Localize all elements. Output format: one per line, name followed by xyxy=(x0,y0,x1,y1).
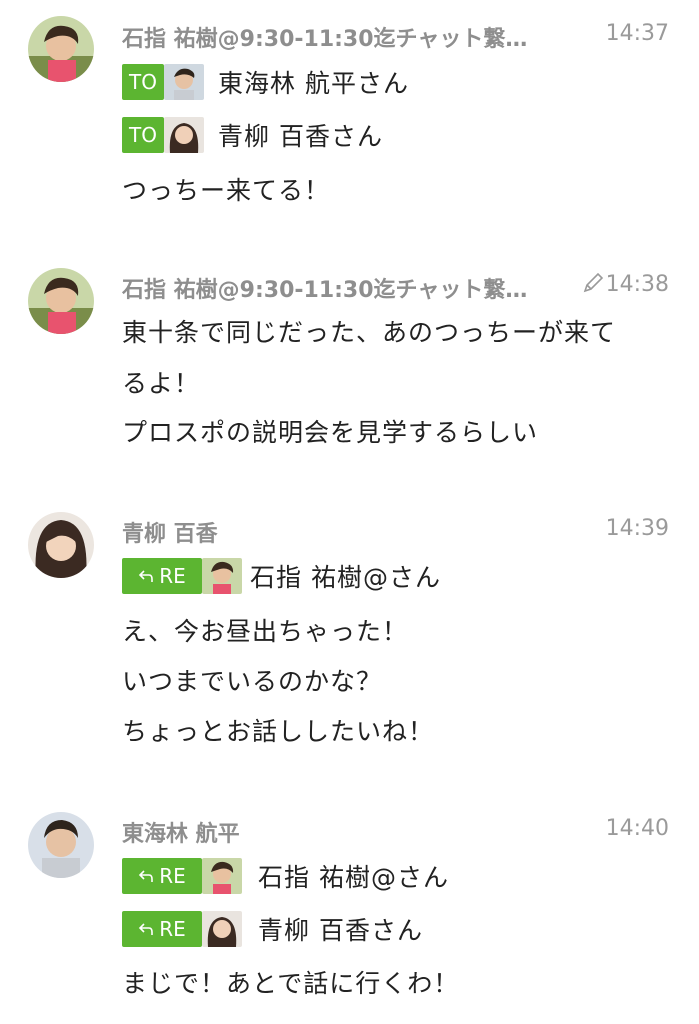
message-text: ちょっとお話ししたいね！ xyxy=(122,717,435,746)
re-tag: RE xyxy=(122,911,202,947)
re-tag-label: RE xyxy=(159,864,186,888)
message-text: るよ！ xyxy=(122,369,201,398)
timestamp: 14:40 xyxy=(606,816,669,841)
mention-avatar xyxy=(202,558,242,594)
re-tag-label: RE xyxy=(159,917,186,941)
time-text: 14:40 xyxy=(605,816,669,841)
mention-row[interactable]: TO 青柳 百香さん xyxy=(122,115,383,155)
mention-name: 青柳 百香さん xyxy=(218,122,383,151)
time-text: 14:37 xyxy=(605,21,669,46)
avatar[interactable] xyxy=(28,812,94,878)
message-text: まじで！あとで話に行くわ！ xyxy=(122,969,460,998)
time-text: 14:39 xyxy=(605,516,669,541)
mention-name: 青柳 百香さん xyxy=(258,916,423,945)
reply-arrow-icon xyxy=(139,570,154,582)
sender-name[interactable]: 青柳 百香 xyxy=(122,516,218,548)
mention-avatar xyxy=(164,117,204,153)
mention-row[interactable]: RE 石指 祐樹@さん xyxy=(122,856,449,896)
message-text: え、今お昼出ちゃった！ xyxy=(122,617,409,646)
to-tag: TO xyxy=(122,117,164,153)
reply-arrow-icon xyxy=(139,923,154,935)
time-text: 14:38 xyxy=(605,272,669,297)
timestamp: 14:39 xyxy=(606,516,669,541)
mention-name: 石指 祐樹@さん xyxy=(258,863,449,892)
avatar[interactable] xyxy=(28,512,94,578)
mention-name: 石指 祐樹@さん xyxy=(250,563,441,592)
sender-name[interactable]: 石指 祐樹@9:30-11:30迄チャット繋… xyxy=(122,21,572,53)
avatar[interactable] xyxy=(28,16,94,82)
mention-row[interactable]: TO 東海林 航平さん xyxy=(122,62,409,102)
re-tag: RE xyxy=(122,858,202,894)
timestamp: 14:38 xyxy=(582,272,669,297)
to-tag: TO xyxy=(122,64,164,100)
mention-avatar xyxy=(202,858,242,894)
mention-avatar xyxy=(164,64,204,100)
mention-row[interactable]: RE 石指 祐樹@さん xyxy=(122,556,441,596)
pencil-icon xyxy=(583,272,603,293)
message-text: つっちー来てる！ xyxy=(122,176,331,205)
mention-avatar xyxy=(202,911,242,947)
sender-name[interactable]: 東海林 航平 xyxy=(122,816,240,848)
sender-name[interactable]: 石指 祐樹@9:30-11:30迄チャット繋… xyxy=(122,272,572,304)
message-text: 東十条で同じだった、あのつっちーが来て xyxy=(122,318,617,347)
re-tag: RE xyxy=(122,558,202,594)
re-tag-label: RE xyxy=(159,564,186,588)
message-text: いつまでいるのかな？ xyxy=(122,667,383,696)
message-text: プロスポの説明会を見学するらしい xyxy=(122,418,539,447)
timestamp: 14:37 xyxy=(606,21,669,46)
mention-row[interactable]: RE 青柳 百香さん xyxy=(122,909,423,949)
mention-name: 東海林 航平さん xyxy=(218,69,409,98)
avatar[interactable] xyxy=(28,268,94,334)
reply-arrow-icon xyxy=(139,870,154,882)
